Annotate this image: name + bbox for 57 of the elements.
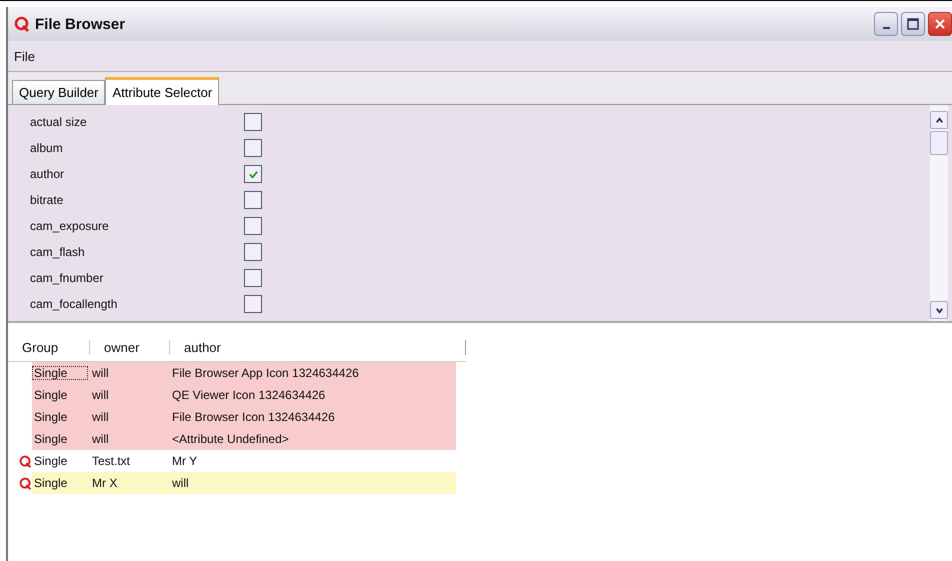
table-row[interactable]: Single will <Attribute Undefined> (32, 428, 456, 450)
attribute-label: cam_flash (30, 245, 86, 259)
tab[interactable]: Query Builder (12, 80, 106, 104)
table-cell-text: Single (33, 432, 68, 446)
table-row[interactable]: Single Test.txt Mr Y (32, 450, 456, 472)
close-icon (934, 18, 946, 30)
checkbox[interactable] (244, 269, 262, 287)
table-cell-text: will (91, 366, 110, 380)
table-cell: Single (32, 366, 88, 380)
checkbox[interactable] (244, 191, 262, 209)
attribute-label: album (30, 141, 64, 155)
minimize-icon (882, 27, 890, 29)
scrollbar[interactable] (930, 105, 948, 321)
table-cell-text: Mr Y (172, 454, 198, 468)
minimize-button[interactable] (874, 12, 898, 36)
checkbox[interactable] (244, 243, 262, 261)
attribute-label: cam_focallength (30, 297, 118, 311)
table-cell-text: QE Viewer Icon 1324634426 (172, 388, 326, 402)
table-row[interactable]: Single Mr X will (32, 472, 456, 494)
checkbox[interactable] (244, 165, 262, 183)
table-cell-text: File Browser Icon 1324634426 (172, 410, 336, 424)
checkbox[interactable] (244, 139, 262, 157)
table-cell-text: File Browser App Icon 1324634426 (172, 366, 360, 380)
table-cell-text: will (91, 432, 110, 446)
attribute-label: cam_fnumber (30, 271, 104, 285)
q-logo-icon (14, 16, 30, 32)
menu-item[interactable]: File (14, 48, 35, 64)
maximize-button[interactable] (901, 12, 925, 36)
attribute-label: bitrate (30, 193, 64, 207)
table-row[interactable]: Single will QE Viewer Icon 1324634426 (32, 384, 456, 406)
scrollbar-thumb[interactable] (930, 131, 948, 155)
table-row[interactable]: Single will File Browser App Icon 1324634426 (32, 362, 456, 384)
table-cell-text: will (172, 476, 190, 490)
table-cell-text: Single (33, 410, 68, 424)
column-header[interactable]: author (170, 340, 466, 354)
checkbox[interactable] (244, 113, 262, 131)
checkbox[interactable] (244, 295, 262, 313)
table-cell-text: <Attribute Undefined> (172, 432, 290, 446)
window-title: File Browser (35, 16, 126, 32)
tab[interactable]: Attribute Selector (105, 77, 220, 105)
table-cell-text: will (91, 410, 110, 424)
table-cell-text: Test.txt (91, 454, 132, 468)
close-button[interactable] (928, 12, 952, 36)
table-cell-text: Single (33, 388, 68, 402)
column-header[interactable]: Group (8, 340, 90, 354)
table-row[interactable]: Single will File Browser Icon 1324634426 (32, 406, 456, 428)
attribute-label: author (30, 167, 66, 181)
attribute-label: actual size (30, 115, 88, 129)
checkmark-icon (248, 168, 258, 180)
maximize-icon (907, 18, 919, 30)
table-cell-text: Single (33, 454, 68, 468)
column-header[interactable]: owner (90, 340, 170, 354)
table-cell-text: Single (33, 476, 68, 490)
table-cell-text: will (91, 388, 110, 402)
table-cell-text: Mr X (91, 476, 118, 490)
attribute-label: cam_exposure (30, 219, 110, 233)
checkbox[interactable] (244, 217, 262, 235)
